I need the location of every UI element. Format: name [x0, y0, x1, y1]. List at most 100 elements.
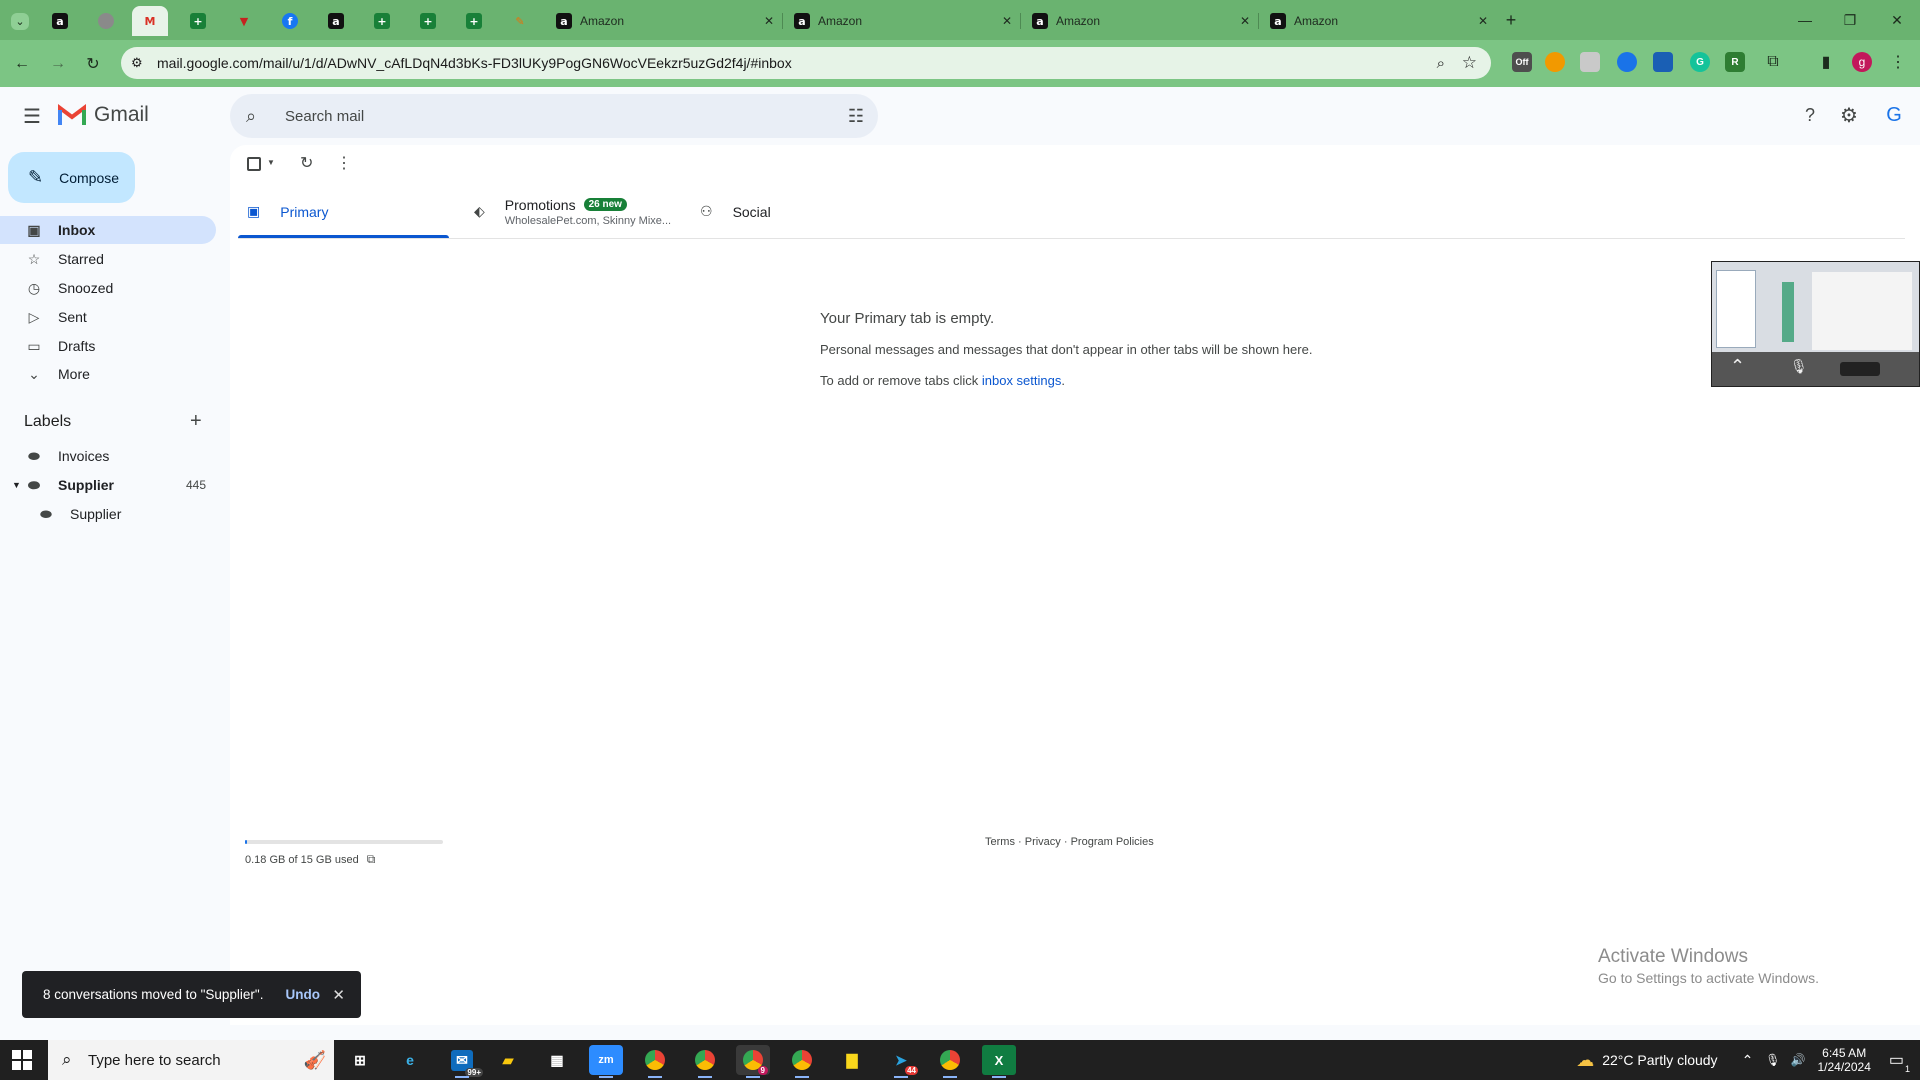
chrome-profile-3-icon[interactable]: 9: [736, 1045, 770, 1078]
privacy-link[interactable]: Privacy: [1025, 836, 1061, 848]
puzzle-extensions-icon[interactable]: ⧉: [1759, 48, 1787, 76]
address-bar[interactable]: ⚙ mail.google.com/mail/u/1/d/ADwNV_cAfLD…: [121, 47, 1491, 79]
chevron-up-icon[interactable]: ⌃: [1742, 1052, 1754, 1069]
inbox-settings-link[interactable]: inbox settings: [982, 373, 1062, 388]
chevron-up-icon[interactable]: ⌃: [1730, 356, 1745, 377]
edge-icon[interactable]: e: [393, 1045, 427, 1075]
pinned-tab-facebook[interactable]: f: [272, 6, 308, 36]
close-icon[interactable]: ✕: [764, 14, 774, 28]
tab-search-button[interactable]: ⌄: [2, 6, 38, 36]
sidebar-item-inbox[interactable]: ▣ Inbox: [0, 216, 216, 244]
url-text[interactable]: mail.google.com/mail/u/1/d/ADwNV_cAfLDqN…: [157, 55, 792, 71]
gmail-logo[interactable]: Gmail: [58, 103, 149, 127]
compose-button[interactable]: ✎ Compose: [8, 152, 135, 203]
tab-amazon-4[interactable]: a Amazon ✕: [1260, 6, 1496, 36]
chrome-icon[interactable]: [638, 1045, 672, 1078]
pinned-tab-sheet-3[interactable]: +: [410, 6, 446, 36]
forward-arrow-icon[interactable]: →: [44, 50, 72, 78]
close-window-button[interactable]: ✕: [1883, 8, 1911, 32]
pinned-tab-sheet-2[interactable]: +: [364, 6, 400, 36]
close-icon[interactable]: ✕: [1240, 14, 1250, 28]
close-icon[interactable]: ✕: [332, 986, 345, 1004]
search-icon[interactable]: ⌕: [246, 106, 256, 127]
clock[interactable]: 6:45 AM 1/24/2024: [1817, 1046, 1870, 1074]
google-account-icon[interactable]: G: [1876, 97, 1912, 133]
new-tab-button[interactable]: +: [1497, 8, 1525, 32]
hamburger-menu-icon[interactable]: ☰: [14, 98, 50, 134]
help-icon[interactable]: ?: [1792, 97, 1828, 133]
pinned-tab-sheet-4[interactable]: +: [456, 6, 492, 36]
extension-zip-icon[interactable]: [1653, 52, 1673, 72]
sidebar-item-sent[interactable]: ▷ Sent: [0, 303, 216, 331]
restore-button[interactable]: ❐: [1836, 8, 1864, 32]
mail-app-icon[interactable]: ✉ 99+: [445, 1045, 483, 1078]
bookmark-star-icon[interactable]: ☆: [1462, 53, 1477, 73]
telegram-icon[interactable]: ➤ 44: [884, 1045, 918, 1078]
program-policies-link[interactable]: Program Policies: [1071, 836, 1154, 848]
notification-icon[interactable]: ▭ 1: [1889, 1050, 1910, 1074]
sidebar-item-starred[interactable]: ☆ Starred: [0, 245, 216, 273]
tab-amazon-1[interactable]: a Amazon ✕: [546, 6, 782, 36]
kebab-menu-icon[interactable]: ⋮: [1884, 48, 1912, 76]
tab-social[interactable]: ⚇ Social: [700, 183, 771, 240]
weather-cloud-icon[interactable]: ☁: [1576, 1050, 1594, 1071]
microphone-muted-icon[interactable]: 🎙: [1790, 358, 1808, 375]
sticky-notes-icon[interactable]: ▇: [835, 1045, 869, 1075]
excel-icon[interactable]: X: [982, 1045, 1016, 1078]
search-bar[interactable]: ⌕ Search mail ☷: [230, 94, 878, 138]
extension-off-icon[interactable]: Off: [1512, 52, 1532, 72]
extension-rs-icon[interactable]: R: [1725, 52, 1745, 72]
picture-in-picture-window[interactable]: ⌃ 🎙: [1711, 261, 1920, 387]
side-panel-icon[interactable]: ▮: [1812, 48, 1840, 76]
weather-text[interactable]: 22°C Partly cloudy: [1602, 1052, 1717, 1068]
windows-start-icon[interactable]: [12, 1050, 32, 1070]
extension-grid-icon[interactable]: [1580, 52, 1600, 72]
label-item-invoices[interactable]: ⬬ Invoices: [0, 442, 216, 470]
microphone-icon[interactable]: 🎙: [1765, 1053, 1780, 1067]
search-options-icon[interactable]: ☷: [848, 106, 864, 127]
search-input[interactable]: Search mail: [285, 108, 364, 125]
select-dropdown-icon[interactable]: ▼: [267, 158, 275, 167]
caret-down-icon[interactable]: ▼: [12, 480, 21, 490]
more-actions-icon[interactable]: ⋮: [336, 153, 352, 173]
zoom-icon[interactable]: ⌕: [1437, 55, 1445, 72]
pinned-tab-generic[interactable]: [88, 6, 124, 36]
close-icon[interactable]: ✕: [1478, 14, 1488, 28]
camera-icon[interactable]: [1840, 362, 1880, 376]
external-link-icon[interactable]: ⧉: [367, 852, 376, 866]
chrome-profile-4-icon[interactable]: [785, 1045, 819, 1078]
microsoft-store-icon[interactable]: ▦: [540, 1045, 574, 1075]
extension-blue-icon[interactable]: [1617, 52, 1637, 72]
reload-icon[interactable]: ↻: [79, 50, 107, 78]
pinned-tab-tool[interactable]: ▼: [226, 6, 262, 36]
pinned-tab-gmail[interactable]: M: [132, 6, 168, 36]
extension-orange-icon[interactable]: [1545, 52, 1565, 72]
select-all-checkbox[interactable]: [247, 157, 261, 171]
pinned-tab-amazon-2[interactable]: a: [318, 6, 354, 36]
profile-avatar[interactable]: g: [1848, 48, 1876, 76]
pinned-tab-sheet[interactable]: +: [180, 6, 216, 36]
refresh-icon[interactable]: ↻: [300, 153, 313, 173]
minimize-button[interactable]: —: [1791, 8, 1819, 32]
grammarly-icon[interactable]: G: [1690, 52, 1710, 72]
back-arrow-icon[interactable]: ←: [8, 50, 36, 78]
pinned-tab-amazon[interactable]: a: [42, 6, 78, 36]
chrome-profile-2-icon[interactable]: [688, 1045, 722, 1078]
close-icon[interactable]: ✕: [1002, 14, 1012, 28]
zoom-app-icon[interactable]: zm: [589, 1045, 623, 1078]
label-item-supplier[interactable]: ▼ ⬬ Supplier 445: [0, 471, 216, 499]
tab-promotions[interactable]: ⬖ Promotions 26 new WholesalePet.com, Ski…: [474, 183, 671, 240]
speaker-icon[interactable]: 🔊: [1791, 1053, 1806, 1067]
label-item-supplier-child[interactable]: ⬬ Supplier: [0, 500, 216, 528]
sidebar-item-drafts[interactable]: ▭ Drafts: [0, 332, 216, 360]
file-explorer-icon[interactable]: ▰: [491, 1045, 525, 1075]
create-label-button[interactable]: +: [190, 410, 202, 433]
sidebar-item-snoozed[interactable]: ◷ Snoozed: [0, 274, 216, 302]
tab-amazon-3[interactable]: a Amazon ✕: [1022, 6, 1258, 36]
site-info-icon[interactable]: ⚙: [131, 55, 143, 71]
sidebar-item-more[interactable]: ⌄ More: [0, 360, 216, 388]
taskbar-search-box[interactable]: ⌕ Type here to search 🎻: [48, 1040, 334, 1080]
tab-primary[interactable]: ▣ Primary: [247, 183, 328, 240]
settings-gear-icon[interactable]: ⚙: [1831, 97, 1867, 133]
undo-button[interactable]: Undo: [285, 987, 320, 1002]
